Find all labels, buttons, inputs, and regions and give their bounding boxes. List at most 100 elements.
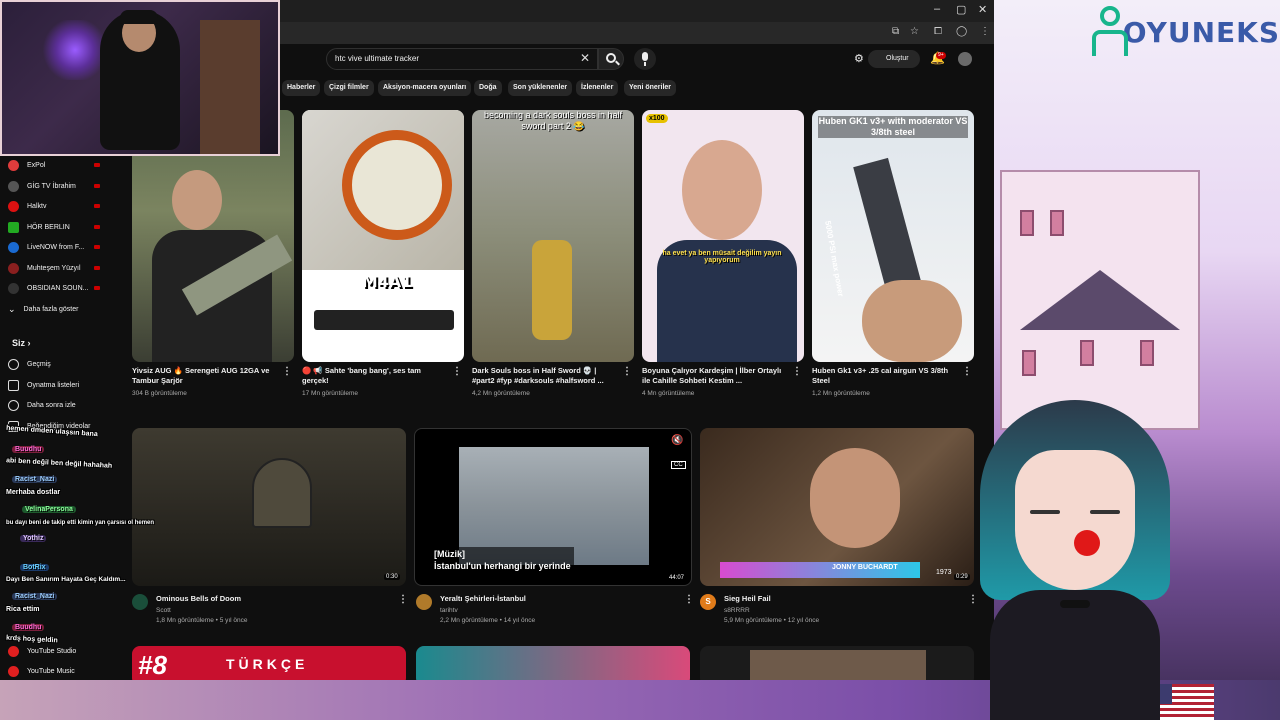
youtube-music-icon [8, 665, 19, 677]
sidebar-item-music[interactable]: YouTube Music [8, 662, 75, 680]
sidebar-subscription[interactable]: LiveNOW from F... [8, 238, 84, 256]
thumb-text: becoming a dark souls boss in half sword… [483, 110, 623, 131]
stream-layout: OYUNEKS – ▢ ✕ ⧉ ☆ ⧠ ◯ ⋮ htc vive ultimat… [0, 0, 1280, 720]
avatar-face [1015, 450, 1135, 590]
video-meta: 2,2 Mn görüntüleme • 14 yıl önce [440, 617, 536, 624]
more-options-icon[interactable]: ⋮ [622, 366, 632, 377]
video-title[interactable]: Boyuna Çalıyor Kardeşim | İlber Ortaylı i… [642, 366, 792, 386]
sidebar-subscription[interactable]: GİG TV İbrahim [8, 177, 76, 195]
more-options-icon[interactable]: ⋮ [452, 366, 462, 377]
lower-third-text: JONNY BUCHARDT [832, 564, 898, 571]
sidebar-subscription[interactable]: Halktv [8, 197, 46, 215]
chat-message: Rica ettim [6, 606, 40, 613]
cast-settings-icon[interactable]: ⚙ [854, 52, 864, 65]
chevron-down-icon: ⌄ [8, 303, 16, 314]
cast-icon[interactable]: ⧉ [892, 26, 899, 37]
avatar-hoodie [990, 590, 1160, 720]
video-meta: 5,9 Mn görüntüleme • 12 yıl önce [724, 617, 820, 624]
video-title[interactable]: Yeraltı Şehirleri-İstanbul [440, 594, 526, 604]
sidebar-subscription[interactable]: ExPol [8, 156, 45, 174]
video-thumbnail[interactable]: M4A1 [302, 110, 464, 362]
oyuneks-logo: OYUNEKS [1090, 4, 1280, 60]
castle-roof [1020, 270, 1180, 330]
live-indicator [94, 184, 100, 188]
maximize-icon[interactable]: ▢ [956, 3, 966, 16]
castle-window [1022, 350, 1036, 376]
channel-name[interactable]: tarihtv [440, 607, 458, 614]
channel-avatar [8, 159, 19, 171]
more-options-icon[interactable]: ⋮ [962, 366, 972, 377]
chat-username: VelinaPersona [22, 506, 76, 513]
show-more-button[interactable]: ⌄ Daha fazla göster [8, 300, 78, 318]
browser-menu-icon[interactable]: ⋮ [980, 26, 990, 37]
more-options-icon[interactable]: ⋮ [398, 594, 408, 605]
search-button[interactable] [598, 48, 624, 70]
channel-avatar[interactable]: S [700, 594, 716, 610]
video-title[interactable]: Huben Gk1 v3+ .25 cal airgun VS 3/8th Ste… [812, 366, 962, 386]
more-options-icon[interactable]: ⋮ [684, 594, 694, 605]
channel-name[interactable]: Scott [156, 607, 171, 614]
sidebar-subscription[interactable]: OBSIDIAN SOUN... [8, 279, 88, 297]
minimize-icon[interactable]: – [934, 3, 940, 15]
voice-search-icon[interactable] [634, 48, 656, 70]
profile-circle-icon[interactable]: ◯ [956, 26, 967, 37]
more-options-icon[interactable]: ⋮ [282, 366, 292, 377]
create-button[interactable]: Oluştur [868, 50, 920, 68]
history-icon [8, 358, 19, 370]
subtitle-caption: [Müzik] İstanbul'un herhangi bir yerinde [431, 547, 574, 573]
thumb-text: Huben GK1 v3+ with moderator VS 3/8th st… [818, 116, 968, 138]
video-thumbnail[interactable]: Huben GK1 v3+ with moderator VS 3/8th st… [812, 110, 974, 362]
extensions-icon[interactable]: ⧠ [934, 26, 942, 37]
avatar-choker [1060, 600, 1090, 608]
chip-doga[interactable]: Doğa [474, 80, 502, 96]
address-bar[interactable]: ⧉ ☆ ⧠ ◯ ⋮ [280, 22, 994, 44]
bookmark-star-icon[interactable]: ☆ [910, 26, 919, 37]
mute-icon[interactable]: 🔇 [671, 435, 683, 446]
captions-icon[interactable]: CC [671, 461, 686, 469]
castle-window [1140, 340, 1154, 366]
chat-username: Buudhu [12, 624, 45, 631]
video-title[interactable]: Sieg Heil Fail [724, 594, 771, 604]
chip-cizgi-filmler[interactable]: Çizgi filmler [324, 80, 374, 96]
sidebar-item-playlists[interactable]: Oynatma listeleri [8, 376, 79, 394]
chip-haberler[interactable]: Haberler [282, 80, 321, 96]
thumb-word: TÜRKÇE [226, 656, 309, 672]
castle-window [1020, 210, 1034, 236]
live-indicator [94, 163, 100, 167]
video-title[interactable]: Dark Souls boss in Half Sword 💀 | #part2 … [472, 366, 622, 386]
chip-yeni-oneriler[interactable]: Yeni öneriler [624, 80, 677, 96]
sidebar-subscription[interactable]: Muhteşem Yüzyıl [8, 259, 81, 277]
video-preview-player[interactable]: [Müzik] İstanbul'un herhangi bir yerinde … [414, 428, 692, 586]
chip-son-yuklenenler[interactable]: Son yüklenenler [508, 80, 573, 96]
sidebar-item-studio[interactable]: YouTube Studio [8, 642, 76, 660]
video-meta: 4,2 Mn görüntüleme [472, 390, 530, 397]
chat-username: BotRix [20, 564, 49, 571]
video-title[interactable]: Ominous Bells of Doom [156, 594, 241, 604]
sidebar-you-header[interactable]: Siz › [12, 338, 31, 348]
bell-icon [252, 458, 312, 528]
sidebar-subscription[interactable]: HÖR BERLIN [8, 218, 70, 236]
sidebar-item-history[interactable]: Geçmiş [8, 355, 51, 373]
notification-count-badge: 9+ [936, 52, 946, 59]
live-indicator [94, 245, 100, 249]
search-input[interactable]: htc vive ultimate tracker [326, 48, 598, 70]
chip-aksiyon-macera[interactable]: Aksiyon-macera oyunları [378, 80, 472, 96]
more-options-icon[interactable]: ⋮ [792, 366, 802, 377]
video-title[interactable]: Yivsiz AUG 🔥 Serengeti AUG 12GA ve Tambur… [132, 366, 282, 386]
chip-izlenenler[interactable]: İzlenenler [576, 80, 619, 96]
video-thumbnail[interactable]: becoming a dark souls boss in half sword… [472, 110, 634, 362]
channel-avatar[interactable] [416, 594, 432, 610]
video-thumbnail[interactable]: 0:30 [132, 428, 406, 586]
rifle-silhouette [314, 310, 454, 330]
chat-username: Racist_Nazi [12, 593, 58, 600]
user-avatar[interactable] [958, 52, 972, 66]
close-window-icon[interactable]: ✕ [978, 3, 987, 16]
video-thumbnail[interactable]: x100 ha evet ya ben müsait değilim yayın… [642, 110, 804, 362]
channel-avatar[interactable] [132, 594, 148, 610]
channel-name[interactable]: s8RRRR [724, 607, 750, 614]
sidebar-item-watch-later[interactable]: Daha sonra izle [8, 396, 76, 414]
video-meta: 1,8 Mn görüntüleme • 5 yıl önce [156, 617, 248, 624]
video-title[interactable]: 🔴 📢 Sahte 'bang bang', ses tam gerçek! [302, 366, 452, 386]
clear-search-icon[interactable]: ✕ [580, 51, 590, 65]
castle-window [1050, 210, 1064, 236]
